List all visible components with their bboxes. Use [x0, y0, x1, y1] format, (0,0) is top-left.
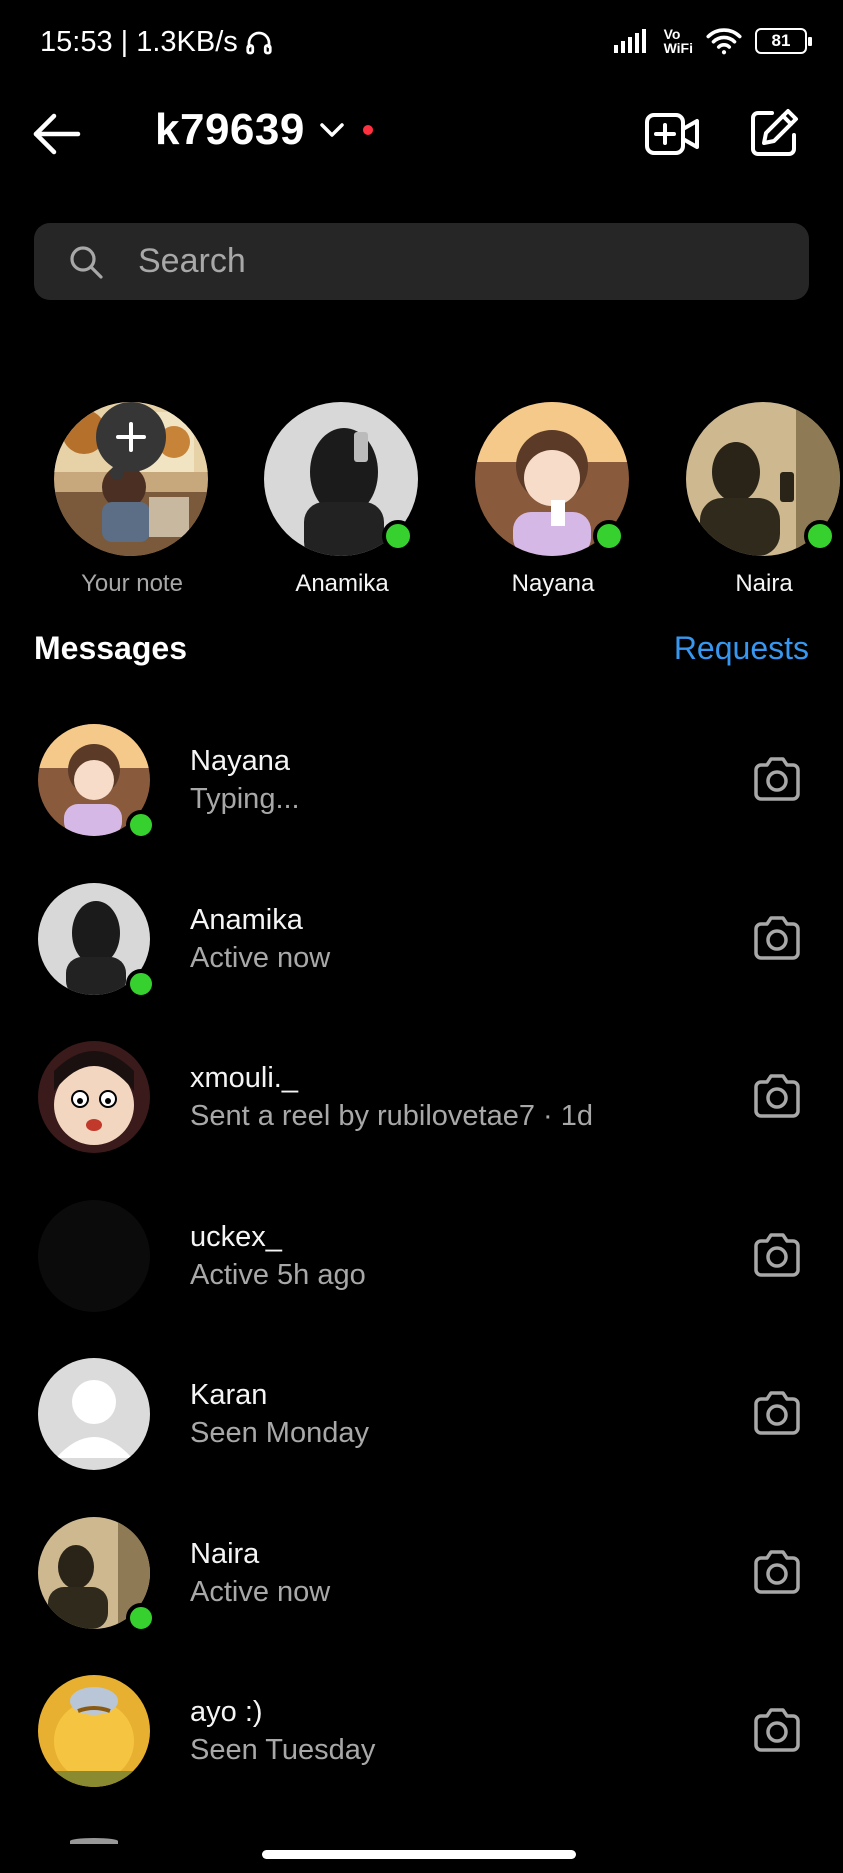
conversation-name: uckex_	[190, 1220, 282, 1253]
avatar-image	[38, 1199, 150, 1312]
battery-level: 81	[771, 31, 791, 50]
conversation-row[interactable]: Nayana Typing...	[0, 720, 843, 879]
conversation-row[interactable]: Naira Active now	[0, 1513, 843, 1672]
conversation-text: xmouli._ Sent a reel by rubilovetae7 · 1…	[190, 1059, 593, 1135]
avatar-image	[38, 1041, 150, 1153]
conversation-status: Active 5h ago	[190, 1258, 366, 1291]
camera-icon[interactable]	[752, 915, 802, 961]
note-naira[interactable]: Naira	[686, 402, 842, 598]
messages-header: Messages Requests	[34, 630, 809, 667]
avatar	[38, 1041, 150, 1153]
chevron-down-icon	[320, 123, 344, 137]
signal-icon	[613, 29, 646, 53]
conversation-row[interactable]: xmouli._ Sent a reel by rubilovetae7 · 1…	[0, 1037, 843, 1196]
avatar	[264, 402, 418, 556]
conversation-list: Nayana Typing... Anamika Active now xmou…	[0, 720, 843, 1830]
conversation-status: Active now	[190, 941, 331, 974]
online-indicator	[126, 1602, 156, 1633]
video-call-plus-icon[interactable]	[644, 109, 700, 159]
back-arrow-icon[interactable]	[30, 109, 84, 159]
online-indicator	[804, 520, 836, 552]
camera-icon[interactable]	[752, 1232, 802, 1278]
conversation-name: Naira	[190, 1537, 260, 1570]
camera-icon[interactable]	[752, 1707, 802, 1753]
avatar	[38, 882, 156, 999]
note-label: Naira	[735, 570, 793, 597]
account-switcher[interactable]: k79639	[155, 105, 373, 155]
camera-icon[interactable]	[752, 1549, 802, 1595]
online-indicator	[126, 968, 156, 999]
battery-icon: 81	[755, 28, 812, 54]
header: k79639	[0, 95, 843, 175]
conversation-row[interactable]: Anamika Active now	[0, 879, 843, 1038]
notes-row: Your note Anamika Nayana Naira	[0, 360, 843, 610]
avatar	[38, 1199, 150, 1312]
online-indicator	[593, 520, 625, 552]
avatar	[38, 724, 156, 840]
camera-icon[interactable]	[752, 756, 802, 802]
conversation-row[interactable]: ayo :) Seen Tuesday	[0, 1671, 843, 1830]
conversation-status: Sent a reel by rubilovetae7 · 1d	[190, 1100, 594, 1132]
conversation-name: Anamika	[190, 903, 303, 936]
vowifi-line1: Vo	[663, 26, 681, 42]
avatar-image	[38, 1358, 150, 1470]
conversation-text: ayo :) Seen Tuesday	[190, 1693, 375, 1769]
note-anamika[interactable]: Anamika	[264, 402, 420, 598]
conversation-text: Naira Active now	[190, 1535, 330, 1611]
status-time: 15:53 | 1.3KB/s	[40, 26, 238, 58]
requests-link[interactable]: Requests	[674, 630, 809, 667]
search-input[interactable]	[138, 242, 738, 281]
status-bar: 15:53 | 1.3KB/s Vo WiFi 81	[0, 0, 843, 90]
compose-icon[interactable]	[748, 107, 800, 159]
conversation-text: Anamika Active now	[190, 901, 330, 977]
plus-icon	[116, 422, 146, 452]
conversation-name: ayo :)	[190, 1696, 263, 1728]
conversation-row[interactable]: Karan Seen Monday	[0, 1354, 843, 1513]
avatar-image	[38, 1675, 150, 1787]
conversation-text: Karan Seen Monday	[190, 1376, 369, 1452]
conversation-name: Karan	[190, 1379, 268, 1411]
conversation-status: Seen Tuesday	[190, 1734, 376, 1766]
note-label: Anamika	[295, 570, 389, 597]
conversation-status: Active now	[190, 1575, 331, 1608]
conversation-text: Nayana Typing...	[190, 742, 300, 818]
avatar	[38, 1675, 150, 1787]
status-icons: Vo WiFi 81	[613, 26, 812, 56]
note-your-note[interactable]: Your note	[54, 402, 210, 598]
home-indicator[interactable]	[262, 1850, 576, 1859]
vowifi-line2: WiFi	[663, 40, 693, 56]
camera-icon[interactable]	[752, 1073, 802, 1119]
conversation-status: Seen Monday	[190, 1417, 369, 1449]
online-indicator	[126, 810, 156, 840]
avatar	[38, 1358, 150, 1470]
camera-icon[interactable]	[752, 1390, 802, 1436]
conversation-name: xmouli._	[190, 1062, 298, 1094]
conversation-row[interactable]: uckex_ Active 5h ago	[0, 1196, 843, 1355]
avatar	[475, 402, 629, 556]
note-nayana[interactable]: Nayana	[475, 402, 631, 598]
wifi-icon	[706, 28, 742, 55]
conversation-status: Typing...	[190, 783, 300, 815]
note-label: Nayana	[511, 570, 595, 597]
search-icon	[70, 245, 103, 279]
conversation-name: Nayana	[190, 745, 290, 777]
note-label: Your note	[81, 570, 183, 597]
username: k79639	[155, 105, 305, 154]
status-time-speed: 15:53 | 1.3KB/s	[40, 26, 274, 59]
add-note-button[interactable]	[96, 402, 166, 480]
online-indicator	[382, 520, 414, 552]
conversation-text: uckex_ Active 5h ago	[190, 1218, 366, 1294]
search-bar[interactable]	[34, 223, 809, 300]
headphones-icon	[246, 31, 272, 54]
messages-title: Messages	[34, 630, 187, 666]
partial-avatar	[70, 1838, 118, 1844]
avatar	[686, 402, 840, 556]
vowifi-icon: Vo WiFi	[664, 27, 693, 55]
avatar	[38, 1516, 156, 1633]
unread-dot	[362, 125, 373, 135]
